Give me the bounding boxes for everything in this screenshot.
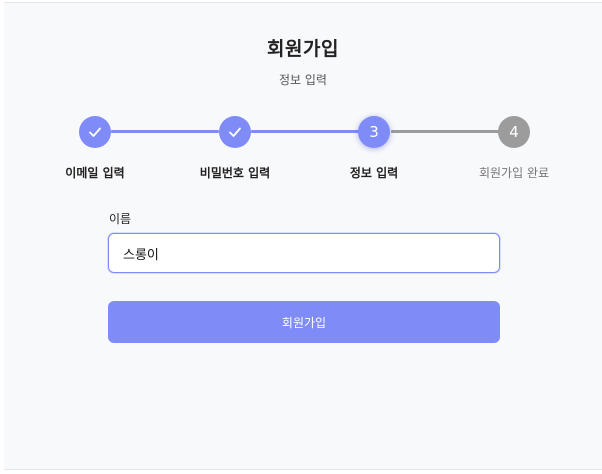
signup-submit-button[interactable]: 회원가입 [108,301,500,343]
signup-page: 회원가입 정보 입력 3 4 이메일 입력 비밀번호 입력 정보 입력 회원가입… [4,2,602,470]
step-4-label: 회원가입 완료 [478,166,550,180]
check-icon [229,127,241,137]
page-title: 회원가입 [267,38,339,60]
name-input[interactable] [108,233,500,273]
step-3-label: 정보 입력 [349,166,399,180]
step-1-indicator [79,116,111,148]
stepper-connector-2 [251,130,359,133]
stepper-connector-1 [111,130,219,133]
step-4-indicator: 4 [498,116,530,148]
signup-stepper: 3 4 이메일 입력 비밀번호 입력 정보 입력 회원가입 완료 [4,113,602,183]
page-subtitle: 정보 입력 [279,73,327,87]
step-2-indicator [219,116,251,148]
step-1-label: 이메일 입력 [65,166,125,180]
check-icon [89,127,101,137]
step-2-label: 비밀번호 입력 [199,166,271,180]
name-field-label: 이름 [109,212,132,226]
stepper-connector-3 [391,130,499,133]
step-3-indicator: 3 [358,116,390,148]
